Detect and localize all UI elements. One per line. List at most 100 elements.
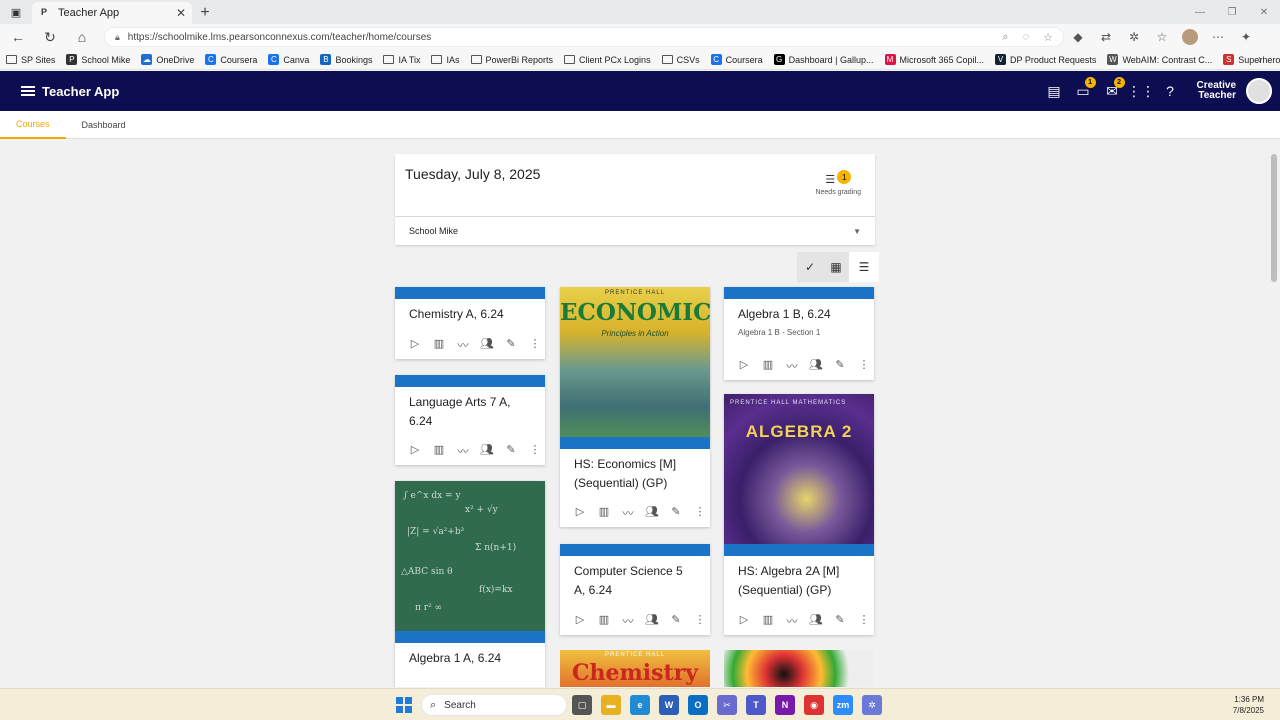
bookmark-item[interactable]: C Coursera — [205, 54, 257, 65]
windows-start-icon[interactable] — [396, 697, 412, 713]
bookmark-item[interactable]: CSVs — [661, 55, 700, 65]
zoom-icon[interactable]: zm — [833, 695, 853, 715]
more-vert-icon[interactable]: ⋮ — [523, 443, 547, 459]
course-cover-chemistry[interactable]: PRENTICE HALL Chemistry — [560, 650, 710, 687]
browser-tab[interactable]: P Teacher App ✕ — [32, 2, 192, 24]
bookmark-item[interactable]: PowerBi Reports — [470, 55, 553, 65]
progress-icon[interactable]: 〰 — [616, 613, 640, 629]
onenote-icon[interactable]: N — [775, 695, 795, 715]
copilot-icon[interactable]: ✦ — [1232, 25, 1260, 49]
hamburger-menu-icon[interactable] — [21, 84, 35, 98]
extension-icon[interactable]: ◆ — [1064, 25, 1092, 49]
progress-icon[interactable]: 〰 — [451, 443, 475, 459]
library-icon[interactable]: ▤ — [1040, 71, 1069, 111]
course-card[interactable]: ∫ e^x dx = y x² + √y |Z| = √a²+b² Σ n(n+… — [395, 481, 545, 687]
play-icon[interactable]: ▷ — [732, 358, 756, 374]
people-icon[interactable]: 👥︎ — [475, 337, 499, 353]
home-icon[interactable]: ⌂ — [68, 25, 96, 49]
course-card[interactable]: Language Arts 7 A, 6.24 ▷ ▥ 〰 👥︎ ✎ ⋮ — [395, 375, 545, 465]
people-icon[interactable]: 👥︎ — [804, 613, 828, 629]
course-card[interactable]: Algebra 1 B, 6.24 Algebra 1 B - Section … — [724, 287, 874, 380]
bookmark-item[interactable]: IA Tix — [383, 55, 420, 65]
bookmark-item[interactable]: ☁ OneDrive — [141, 54, 194, 65]
progress-icon[interactable]: 〰 — [780, 358, 804, 374]
tab-courses[interactable]: Courses — [0, 111, 66, 139]
progress-icon[interactable]: 〰 — [451, 337, 475, 353]
course-card[interactable]: Chemistry A, 6.24 ▷ ▥ 〰 👥︎ ✎ ⋮ — [395, 287, 545, 359]
course-title[interactable]: Chemistry A, 6.24 — [395, 299, 545, 324]
play-icon[interactable]: ▷ — [403, 337, 427, 353]
translate-icon[interactable]: ⇄ — [1092, 25, 1120, 49]
teams-icon[interactable]: T — [746, 695, 766, 715]
course-title[interactable]: Algebra 1 A, 6.24 — [395, 643, 545, 668]
edit-icon[interactable]: ✎ — [828, 358, 852, 374]
taskbar-search[interactable]: ⌕ Search — [421, 694, 567, 716]
more-bookmarks-icon[interactable]: › — [1258, 52, 1262, 66]
restore-icon[interactable]: ❐ — [1216, 0, 1248, 24]
browser-profile-avatar[interactable] — [1182, 29, 1198, 45]
outlook-icon[interactable]: O — [688, 695, 708, 715]
favorite-star-icon[interactable]: ☆ — [1043, 31, 1053, 44]
gradebook-icon[interactable]: ▥ — [592, 505, 616, 521]
edit-icon[interactable]: ✎ — [499, 337, 523, 353]
bookmark-item[interactable]: V DP Product Requests — [995, 54, 1096, 65]
more-vert-icon[interactable]: ⋮ — [688, 505, 712, 521]
course-title[interactable]: Algebra 1 B, 6.24 — [724, 299, 874, 324]
word-icon[interactable]: W — [659, 695, 679, 715]
url-text[interactable]: https://schoolmike.lms.pearsonconnexus.c… — [128, 32, 989, 43]
more-vert-icon[interactable]: ⋮ — [688, 613, 712, 629]
bookmark-item[interactable]: M Microsoft 365 Copil... — [884, 54, 984, 65]
play-icon[interactable]: ▷ — [568, 613, 592, 629]
user-name[interactable]: Creative Teacher — [1197, 81, 1236, 101]
gradebook-icon[interactable]: ▥ — [592, 613, 616, 629]
course-title[interactable]: HS: Algebra 2A [M] (Sequential) (GP) — [724, 556, 874, 600]
edit-icon[interactable]: ✎ — [664, 613, 688, 629]
tasks-icon[interactable]: ▭ 1 — [1069, 71, 1098, 111]
settings-icon[interactable]: ✲ — [862, 695, 882, 715]
course-card[interactable]: PRENTICE HALL MATHEMATICS ALGEBRA 2 HS: … — [724, 394, 874, 635]
edit-icon[interactable]: ✎ — [664, 505, 688, 521]
people-icon[interactable]: 👥︎ — [475, 443, 499, 459]
more-vert-icon[interactable]: ⋮ — [852, 358, 876, 374]
bookmark-item[interactable]: IAs — [431, 55, 460, 65]
bookmark-item[interactable]: C Canva — [268, 54, 309, 65]
messages-icon[interactable]: ✉ 2 — [1098, 71, 1127, 111]
people-icon[interactable]: 👥︎ — [804, 358, 828, 374]
more-vert-icon[interactable]: ⋮ — [852, 613, 876, 629]
chrome-icon[interactable]: ◉ — [804, 695, 824, 715]
scrollbar-thumb[interactable] — [1271, 154, 1277, 282]
address-bar[interactable]: 🔒︎ https://schoolmike.lms.pearsonconnexu… — [104, 27, 1064, 47]
tab-actions-icon[interactable]: ▣ — [0, 0, 32, 24]
gradebook-icon[interactable]: ▥ — [756, 358, 780, 374]
zoom-icon[interactable]: ⌕ — [1002, 31, 1008, 44]
new-tab-icon[interactable]: + — [192, 2, 218, 24]
edit-icon[interactable]: ✎ — [499, 443, 523, 459]
snipping-tool-icon[interactable]: ✂ — [717, 695, 737, 715]
course-title[interactable]: Computer Science 5 A, 6.24 — [560, 556, 710, 600]
back-icon[interactable]: ← — [4, 25, 32, 49]
taskbar-clock[interactable]: 1:36 PM 7/8/2025 — [1233, 694, 1264, 716]
bookmark-item[interactable]: B Bookings — [320, 54, 372, 65]
close-window-icon[interactable]: ✕ — [1248, 0, 1280, 24]
bookmark-item[interactable]: G Dashboard | Gallup... — [773, 54, 874, 65]
more-vert-icon[interactable]: ⋮ — [523, 337, 547, 353]
more-options-icon[interactable]: ⋯ — [1204, 25, 1232, 49]
close-tab-icon[interactable]: ✕ — [176, 6, 186, 20]
edit-icon[interactable]: ✎ — [828, 613, 852, 629]
bookmark-item[interactable]: SSuperheroes Back t... — [1223, 54, 1280, 65]
avatar[interactable] — [1246, 78, 1272, 104]
course-title[interactable]: Language Arts 7 A, 6.24 — [395, 387, 545, 431]
page-scrollbar[interactable] — [1268, 140, 1280, 687]
bookmark-item[interactable]: SP Sites — [6, 55, 55, 65]
bookmark-item[interactable]: W WebAIM: Contrast C... — [1107, 54, 1212, 65]
read-aloud-icon[interactable]: ◌ — [1023, 31, 1030, 43]
gradebook-icon[interactable]: ▥ — [756, 613, 780, 629]
refresh-icon[interactable]: ↻ — [36, 25, 64, 49]
school-selector[interactable]: School Mike ▼ — [395, 217, 875, 245]
course-cover-partial[interactable] — [724, 650, 874, 687]
file-explorer-icon[interactable]: ▬ — [601, 695, 621, 715]
play-icon[interactable]: ▷ — [568, 505, 592, 521]
tab-dashboard[interactable]: Dashboard — [66, 111, 142, 139]
check-icon[interactable]: ✓ — [797, 252, 823, 282]
grid-view-icon[interactable]: ▦ — [823, 252, 849, 282]
